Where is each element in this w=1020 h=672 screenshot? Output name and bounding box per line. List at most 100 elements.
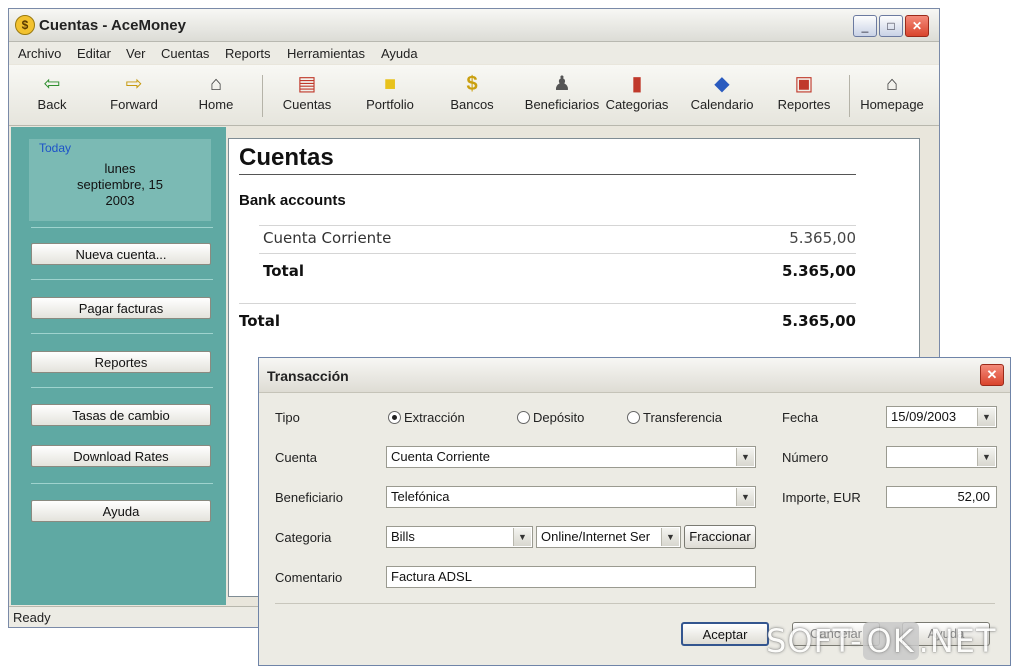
tipo-label: Tipo: [275, 410, 300, 425]
new-account-button[interactable]: Nueva cuenta...: [31, 243, 211, 265]
menu-ver[interactable]: Ver: [126, 46, 146, 61]
help-button[interactable]: Ayuda: [31, 500, 211, 522]
toolbar: ⇦ Back ⇨ Forward ⌂ Home ▤ Cuentas ■ Portfolio…: [9, 65, 939, 126]
today-date: lunes septiembre, 15 2003: [77, 161, 163, 208]
fecha-field[interactable]: 15/09/2003 ▼: [886, 406, 997, 428]
row-divider: [259, 253, 856, 254]
sidebar-divider: [31, 483, 213, 484]
toolbar-bancos-button[interactable]: $ Bancos: [432, 71, 512, 112]
bank-coin-icon: $: [466, 73, 478, 95]
toolbar-beneficiarios-button[interactable]: ♟ Beneficiarios: [515, 71, 609, 112]
reports-icon: ▣: [794, 73, 814, 95]
transaction-dialog: Transacción ✕ Tipo Extracción Depósito T…: [258, 357, 1011, 666]
radio-deposito[interactable]: Depósito: [517, 410, 584, 425]
chevron-down-icon[interactable]: ▼: [977, 408, 995, 426]
categoria-select[interactable]: Bills ▼: [386, 526, 533, 548]
today-label[interactable]: Today: [39, 141, 71, 155]
comentario-label: Comentario: [275, 570, 343, 585]
subtotal-value: 5.365,00: [781, 262, 856, 280]
importe-label: Importe, EUR: [782, 490, 861, 505]
toolbar-homepage-button[interactable]: ⌂ Homepage: [852, 71, 932, 112]
row-divider: [239, 303, 856, 304]
minimize-icon[interactable]: _: [853, 15, 877, 37]
categoria-label: Categoria: [275, 530, 332, 545]
dialog-title: Transacción: [267, 368, 349, 384]
grand-total-label: Total: [239, 312, 280, 330]
close-icon[interactable]: ✕: [980, 364, 1004, 386]
sidebar-divider: [31, 279, 213, 280]
download-rates-button[interactable]: Download Rates: [31, 445, 211, 467]
title-divider: [239, 174, 856, 175]
subcategoria-select[interactable]: Online/Internet Ser ▼: [536, 526, 681, 548]
status-text: Ready: [13, 610, 51, 625]
sidebar-divider: [31, 227, 213, 228]
app-dollar-icon: $: [15, 15, 35, 35]
calendar-icon: ◆: [714, 73, 730, 95]
comentario-field[interactable]: Factura ADSL: [386, 566, 756, 588]
folder-icon: ■: [383, 73, 397, 95]
homepage-icon: ⌂: [885, 73, 899, 95]
toolbar-home-button[interactable]: ⌂ Home: [176, 71, 256, 112]
numero-label: Número: [782, 450, 829, 465]
sidebar-divider: [31, 387, 213, 388]
toolbar-calendario-button[interactable]: ◆ Calendario: [682, 71, 762, 112]
chevron-down-icon[interactable]: ▼: [736, 448, 754, 466]
exchange-rates-button[interactable]: Tasas de cambio: [31, 404, 211, 426]
menu-bar: Archivo Editar Ver Cuentas Reports Herra…: [9, 42, 939, 64]
reports-button[interactable]: Reportes: [31, 351, 211, 373]
account-name-link[interactable]: Cuenta Corriente: [263, 229, 391, 247]
today-panel: Today lunes septiembre, 15 2003: [29, 139, 211, 221]
toolbar-back-button[interactable]: ⇦ Back: [12, 71, 92, 112]
payee-icon: ♟: [553, 73, 571, 95]
radio-extraccion[interactable]: Extracción: [388, 410, 465, 425]
radio-unselected-icon: [517, 411, 530, 424]
dialog-divider: [275, 603, 995, 604]
account-balance: 5.365,00: [789, 229, 856, 247]
chevron-down-icon[interactable]: ▼: [661, 528, 679, 546]
section-title: Bank accounts: [239, 192, 346, 209]
window-title: Cuentas - AceMoney: [39, 17, 186, 34]
menu-reports[interactable]: Reports: [225, 46, 271, 61]
menu-ayuda[interactable]: Ayuda: [381, 46, 418, 61]
pay-bills-button[interactable]: Pagar facturas: [31, 297, 211, 319]
dialog-title-bar: Transacción ✕: [259, 358, 1010, 393]
page-title: Cuentas: [239, 144, 334, 171]
toolbar-reportes-button[interactable]: ▣ Reportes: [764, 71, 844, 112]
categories-chart-icon: ▮: [631, 73, 643, 95]
maximize-icon[interactable]: □: [879, 15, 903, 37]
menu-cuentas[interactable]: Cuentas: [161, 46, 209, 61]
title-bar: $ Cuentas - AceMoney _ □ ✕: [9, 9, 939, 42]
fecha-label: Fecha: [782, 410, 819, 425]
back-arrow-icon: ⇦: [43, 73, 61, 95]
chevron-down-icon[interactable]: ▼: [977, 448, 995, 466]
sidebar: Today lunes septiembre, 15 2003 Nueva cu…: [11, 127, 226, 605]
radio-transferencia[interactable]: Transferencia: [627, 410, 722, 425]
toolbar-cuentas-button[interactable]: ▤ Cuentas: [267, 71, 347, 112]
close-icon[interactable]: ✕: [905, 15, 929, 37]
numero-select[interactable]: ▼: [886, 446, 997, 468]
row-divider: [259, 225, 856, 226]
watermark: SOFT- OK .NET: [766, 622, 997, 660]
toolbar-forward-button[interactable]: ⇨ Forward: [94, 71, 174, 112]
menu-archivo[interactable]: Archivo: [18, 46, 61, 61]
fraccionar-button[interactable]: Fraccionar: [684, 525, 756, 549]
cuenta-select[interactable]: Cuenta Corriente ▼: [386, 446, 756, 468]
chevron-down-icon[interactable]: ▼: [736, 488, 754, 506]
sidebar-divider: [31, 333, 213, 334]
aceptar-button[interactable]: Aceptar: [681, 622, 769, 646]
forward-arrow-icon: ⇨: [125, 73, 143, 95]
chevron-down-icon[interactable]: ▼: [513, 528, 531, 546]
radio-selected-icon: [388, 411, 401, 424]
toolbar-portfolio-button[interactable]: ■ Portfolio: [350, 71, 430, 112]
beneficiario-label: Beneficiario: [275, 490, 343, 505]
cuenta-label: Cuenta: [275, 450, 317, 465]
menu-editar[interactable]: Editar: [77, 46, 111, 61]
importe-field[interactable]: 52,00: [886, 486, 997, 508]
toolbar-separator: [849, 75, 850, 117]
toolbar-categorias-button[interactable]: ▮ Categorias: [599, 71, 675, 112]
menu-herramientas[interactable]: Herramientas: [287, 46, 365, 61]
subtotal-label: Total: [263, 262, 304, 280]
radio-unselected-icon: [627, 411, 640, 424]
accounts-icon: ▤: [297, 73, 317, 95]
beneficiario-select[interactable]: Telefónica ▼: [386, 486, 756, 508]
